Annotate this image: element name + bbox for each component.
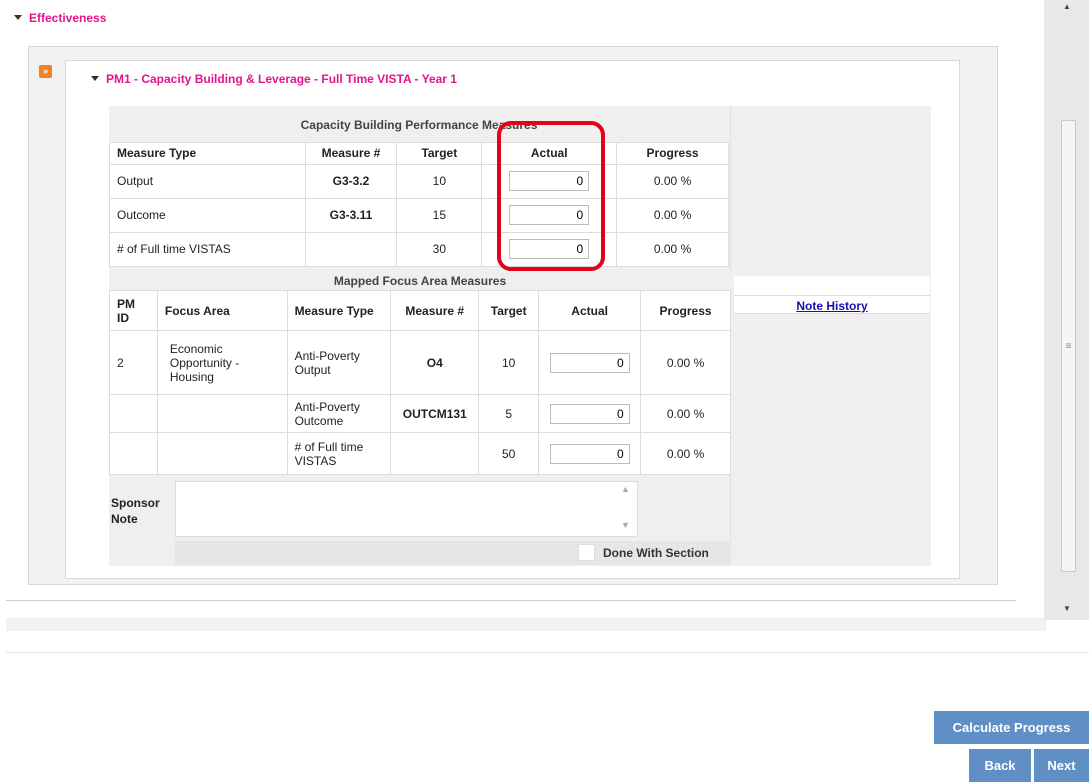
actual-cell (481, 231, 618, 267)
sponsor-note-label: Sponsor Note (111, 496, 160, 526)
pm-title: PM1 - Capacity Building & Leverage - Ful… (106, 72, 457, 86)
side-panel-header (734, 276, 930, 296)
target-cell: 15 (396, 197, 483, 233)
column-header: Target (396, 141, 483, 165)
column-header: Measure # (304, 141, 398, 165)
actual-input[interactable] (549, 443, 630, 464)
capacity-building-table: Capacity Building Performance Measures M… (109, 108, 729, 267)
sponsor-note-textarea[interactable] (175, 481, 638, 537)
focus-area-cell: Economic Opportunity - Housing (156, 330, 288, 395)
target-cell: 10 (478, 330, 540, 395)
column-header: Actual (481, 141, 618, 165)
focus-area-cell (156, 432, 288, 475)
table-row: Outcome G3-3.11 15 0.00 % (109, 197, 729, 233)
mapped-focus-area-table: Mapped Focus Area Measures PM ID Focus A… (109, 272, 731, 475)
collapse-triangle-icon (14, 15, 22, 20)
measure-type-cell: Anti-Poverty Output (286, 330, 392, 395)
target-cell: 10 (396, 163, 483, 199)
actual-input[interactable] (509, 205, 590, 225)
actual-input[interactable] (549, 403, 630, 424)
done-with-section-label: Done With Section (603, 546, 709, 560)
pm-id-cell (109, 394, 158, 433)
measure-number-cell (304, 231, 398, 267)
done-with-section-checkbox[interactable] (578, 544, 595, 561)
measure-type-cell: Anti-Poverty Outcome (286, 394, 392, 433)
progress-cell: 0.00 % (640, 330, 731, 395)
column-header: Measure Type (286, 290, 392, 331)
pm-id-cell: 2 (109, 330, 158, 395)
actual-cell (538, 432, 642, 475)
column-header: Actual (538, 290, 642, 331)
expand-arrow-icon[interactable]: » (39, 65, 52, 78)
textarea-scroll-up-icon[interactable]: ▲ (621, 484, 630, 494)
measure-type-cell: Outcome (109, 197, 306, 233)
target-cell: 50 (478, 432, 540, 475)
table-row: # of Full time VISTAS 50 0.00 % (109, 432, 731, 475)
table-row: Output G3-3.2 10 0.00 % (109, 163, 729, 199)
column-header: Progress (640, 290, 731, 331)
column-header: PM ID (109, 290, 158, 331)
column-header: Target (478, 290, 540, 331)
textarea-scroll-down-icon[interactable]: ▼ (621, 520, 630, 530)
scroll-up-arrow-icon[interactable]: ▲ (1063, 2, 1071, 11)
scroll-down-arrow-icon[interactable]: ▼ (1063, 604, 1071, 613)
actual-input[interactable] (549, 352, 630, 373)
table-caption: Mapped Focus Area Measures (109, 272, 731, 291)
table-row: # of Full time VISTAS 30 0.00 % (109, 231, 729, 267)
target-cell: 5 (478, 394, 540, 433)
calculate-progress-button[interactable]: Calculate Progress (934, 711, 1089, 744)
measure-number-cell: G3-3.11 (304, 197, 398, 233)
actual-cell (481, 163, 618, 199)
pm-section-header[interactable]: PM1 - Capacity Building & Leverage - Ful… (91, 72, 457, 86)
collapse-triangle-icon (91, 76, 99, 81)
actual-input[interactable] (509, 239, 590, 259)
next-button[interactable]: Next (1034, 749, 1089, 782)
grip-icon: ≡ (1065, 341, 1072, 352)
table-row: 2 Economic Opportunity - Housing Anti-Po… (109, 330, 731, 395)
progress-cell: 0.00 % (640, 394, 731, 433)
measure-number-cell: OUTCM131 (390, 394, 480, 433)
note-history-cell: Note History (734, 296, 930, 314)
measure-type-cell: # of Full time VISTAS (286, 432, 392, 475)
measure-number-cell: O4 (390, 330, 480, 395)
scrollbar-thumb[interactable]: ≡ (1061, 120, 1076, 572)
divider (6, 600, 1016, 601)
actual-cell (538, 330, 642, 395)
column-header: Measure Type (109, 141, 306, 165)
progress-cell: 0.00 % (616, 163, 729, 199)
section-title: Effectiveness (29, 11, 107, 25)
column-header: Progress (616, 141, 729, 165)
divider-band (6, 618, 1046, 631)
progress-cell: 0.00 % (616, 197, 729, 233)
measure-type-cell: # of Full time VISTAS (109, 231, 306, 267)
measure-type-cell: Output (109, 163, 306, 199)
actual-cell (481, 197, 618, 233)
note-history-link[interactable]: Note History (796, 299, 867, 313)
pm-id-cell (109, 432, 158, 475)
section-header-effectiveness[interactable]: Effectiveness (14, 11, 106, 25)
focus-area-cell (156, 394, 288, 433)
target-cell: 30 (396, 231, 483, 267)
progress-cell: 0.00 % (616, 231, 729, 267)
progress-cell: 0.00 % (640, 432, 731, 475)
column-header: Focus Area (156, 290, 288, 331)
measure-number-cell (390, 432, 480, 475)
actual-input[interactable] (509, 171, 590, 191)
table-row: Anti-Poverty Outcome OUTCM131 5 0.00 % (109, 394, 731, 433)
column-header: Measure # (390, 290, 480, 331)
actual-cell (538, 394, 642, 433)
table-caption: Capacity Building Performance Measures (109, 108, 729, 142)
measure-number-cell: G3-3.2 (304, 163, 398, 199)
back-button[interactable]: Back (969, 749, 1031, 782)
divider (6, 652, 1089, 653)
